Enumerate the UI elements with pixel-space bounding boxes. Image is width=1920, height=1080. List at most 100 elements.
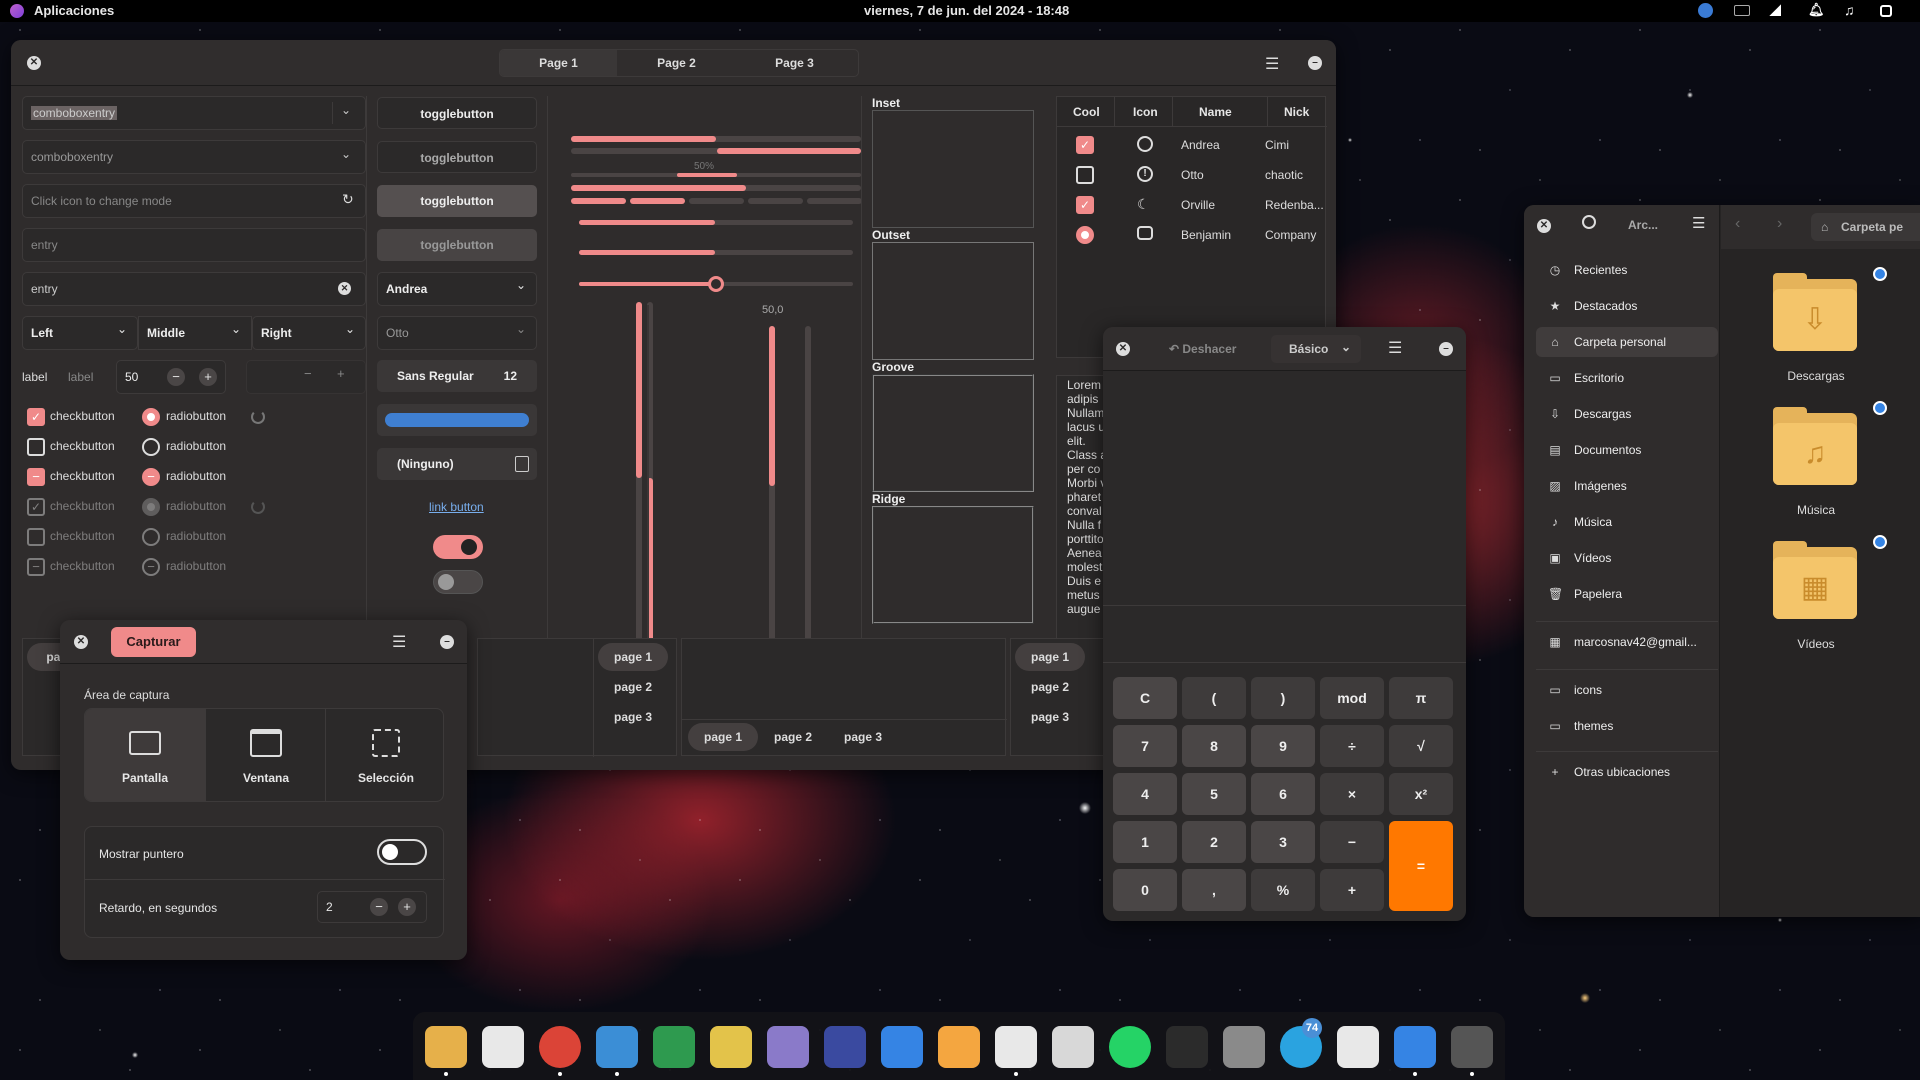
sidebar-item[interactable]: ◷ Recientes [1536,255,1718,285]
calc-key[interactable]: × [1320,773,1384,815]
entry-field-1[interactable]: entry [22,228,366,262]
tree-radio[interactable] [1076,226,1094,244]
table-row[interactable]: chaotic [1265,168,1303,182]
folder-icon[interactable]: ♫ [1773,407,1857,485]
sidebar-item-bookmark[interactable]: ▭ themes [1536,711,1718,741]
font-button[interactable]: Sans Regular 12 [377,360,537,392]
entry-change-mode[interactable]: Click icon to change mode [22,184,366,218]
table-row[interactable]: Company [1265,228,1316,242]
col-cool[interactable]: Cool [1073,105,1100,119]
calc-key[interactable]: + [1320,869,1384,911]
comboboxentry-2[interactable]: comboboxentry [22,140,366,174]
tree-check[interactable]: ✓ [1076,196,1094,214]
minus-icon[interactable]: − [370,898,388,916]
sidebar-item[interactable]: ▣ Vídeos [1536,543,1718,573]
radiobutton-mixed[interactable]: − [142,468,160,486]
entry-field-2[interactable]: entry [22,272,366,306]
back-icon[interactable]: ‹ [1735,215,1740,233]
calc-key[interactable]: mod [1320,677,1384,719]
calc-key[interactable]: 8 [1182,725,1246,767]
notebook-tab-page-3[interactable]: page 3 [828,723,898,751]
checkbutton-unchecked[interactable] [27,438,45,456]
switch-off[interactable] [433,570,483,594]
spreadsheet-icon[interactable] [653,1026,695,1068]
calc-key[interactable]: ( [1182,677,1246,719]
combo-andrea[interactable]: Andrea [377,272,537,306]
sidebar-item[interactable]: ▤ Documentos [1536,435,1718,465]
settings-icon[interactable] [1223,1026,1265,1068]
menu-icon[interactable]: ☰ [1692,214,1705,232]
undo-button[interactable]: ↶ Deshacer [1155,335,1253,363]
mode-selection[interactable]: Selección [325,709,443,801]
calc-key[interactable]: C [1113,677,1177,719]
mail-icon[interactable] [938,1026,980,1068]
calc-key[interactable]: x² [1389,773,1453,815]
radiobutton-unselected[interactable] [142,438,160,456]
calc-key[interactable]: √ [1389,725,1453,767]
keyboard-icon[interactable] [1734,5,1750,16]
table-row[interactable]: Redenba... [1265,198,1324,212]
document-viewer-icon[interactable] [1394,1026,1436,1068]
path-bar[interactable]: ⌂ Carpeta pe [1811,213,1920,241]
notebook-tab-page-2[interactable]: page 2 [1015,673,1085,701]
minimize-icon[interactable]: – [1308,56,1322,70]
chevron-down-icon[interactable]: ⌄ [341,147,351,161]
calculator-icon[interactable] [1451,1026,1493,1068]
software-icon[interactable] [482,1026,524,1068]
togglebutton-1[interactable]: togglebutton [377,97,537,129]
calc-key[interactable]: 6 [1251,773,1315,815]
pointer-switch[interactable] [377,839,427,865]
sidebar-item[interactable]: ♪ Música [1536,507,1718,537]
wifi-icon[interactable]: ◢ [1770,1,1781,18]
contacts-icon[interactable] [881,1026,923,1068]
togglebutton-3[interactable]: togglebutton [377,185,537,217]
whatsapp-icon[interactable] [1109,1026,1151,1068]
scale-handle[interactable] [708,276,724,292]
close-icon[interactable]: ✕ [1116,342,1130,356]
tree-check[interactable]: ✓ [1076,136,1094,154]
music-icon[interactable]: ♫ [1844,2,1855,18]
calc-key[interactable]: ) [1251,677,1315,719]
table-row[interactable]: Benjamin [1181,228,1231,242]
close-icon[interactable]: ✕ [1537,219,1551,233]
mode-window[interactable]: Ventana [205,709,325,801]
col-name[interactable]: Name [1199,105,1232,119]
sidebar-item-other-locations[interactable]: + Otras ubicaciones [1536,757,1718,787]
togglebutton-2[interactable]: togglebutton [377,141,537,173]
calc-key[interactable]: 7 [1113,725,1177,767]
video-icon[interactable] [824,1026,866,1068]
calc-key[interactable]: ÷ [1320,725,1384,767]
notebook-tab-page-2[interactable]: page 2 [598,673,668,701]
notebook-tab-page-2[interactable]: page 2 [758,723,828,751]
tweaks-icon[interactable] [1337,1026,1379,1068]
bell-icon[interactable]: 🔔︎ [1808,2,1825,18]
capture-button[interactable]: Capturar [111,627,196,657]
folder-icon[interactable]: ⇩ [1773,273,1857,351]
folder-icon[interactable]: ▦ [1773,541,1857,619]
combo-otto[interactable]: Otto [377,316,537,350]
menu-icon[interactable]: ☰ [1265,54,1279,74]
power-icon[interactable] [1880,5,1892,17]
close-icon[interactable]: ✕ [74,635,88,649]
color-button[interactable] [377,404,537,436]
sidebar-item[interactable]: ⇩ Descargas [1536,399,1718,429]
refresh-icon[interactable]: ↻ [342,191,354,208]
calc-key[interactable]: − [1320,821,1384,863]
calc-key[interactable]: 9 [1251,725,1315,767]
col-nick[interactable]: Nick [1284,105,1309,119]
minus-icon[interactable]: − [167,368,185,386]
forward-icon[interactable]: › [1777,215,1782,233]
calc-input[interactable] [1103,606,1466,662]
text-editor-icon[interactable] [1052,1026,1094,1068]
files-icon[interactable] [425,1026,467,1068]
comboboxentry-1[interactable]: comboboxentry [22,96,366,130]
calc-key[interactable]: 2 [1182,821,1246,863]
sidebar-item-bookmark[interactable]: ▭ icons [1536,675,1718,705]
tab-page-2[interactable]: Page 2 [618,50,735,76]
calc-key[interactable]: 3 [1251,821,1315,863]
minimize-icon[interactable]: – [440,635,454,649]
minimize-icon[interactable]: – [1439,342,1453,356]
table-row[interactable]: Andrea [1181,138,1220,152]
col-icon[interactable]: Icon [1133,105,1158,119]
plus-icon[interactable]: + [199,368,217,386]
